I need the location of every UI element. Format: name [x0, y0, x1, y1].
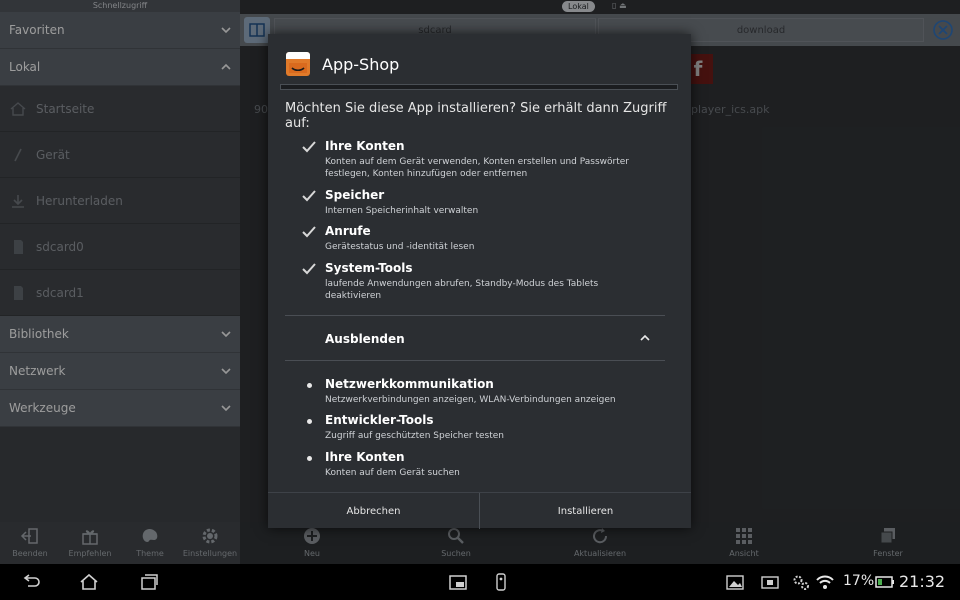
permission-desc: Konten auf dem Gerät verwenden, Konten e… [325, 157, 630, 179]
collapse-label: Ausblenden [325, 332, 405, 346]
progress-bar [280, 84, 678, 90]
remote-icon[interactable] [490, 572, 512, 592]
divider [285, 315, 665, 316]
permission-desc: Zugriff auf geschützten Speicher testen [325, 431, 505, 441]
back-icon[interactable] [20, 572, 42, 592]
battery-percent: 17% [843, 573, 875, 589]
clock: 21:32 [899, 572, 946, 591]
checkmark-icon [302, 226, 316, 238]
divider [285, 360, 665, 361]
permission-title: Speicher [325, 188, 385, 202]
battery-icon [874, 572, 896, 592]
checkmark-icon [302, 190, 316, 202]
recent-apps-icon[interactable] [138, 572, 160, 592]
permission-title: System-Tools [325, 261, 413, 275]
cancel-button[interactable]: Abbrechen [268, 493, 479, 529]
permission-desc: laufende Anwendungen abrufen, Standby-Mo… [325, 279, 599, 301]
permission-desc: Internen Speicherinhalt verwalten [325, 206, 479, 216]
permission-title: Ihre Konten [325, 450, 405, 464]
settings-notification-icon[interactable] [790, 572, 812, 592]
permission-desc: Gerätestatus und -identität lesen [325, 242, 475, 252]
system-nav-bar: 17% 21:32 [0, 564, 960, 600]
screen-notification-icon[interactable] [759, 572, 781, 592]
permission-title: Anrufe [325, 224, 371, 238]
gallery-notification-icon[interactable] [724, 572, 746, 592]
install-prompt: Möchten Sie diese App installieren? Sie … [285, 101, 667, 131]
permission-title: Netzwerkkommunikation [325, 377, 494, 391]
chevron-up-icon [640, 334, 650, 341]
dialog-header: App-Shop [268, 34, 691, 94]
checkmark-icon [302, 263, 316, 275]
wifi-icon [814, 572, 836, 592]
bullet-icon [307, 383, 312, 388]
checkmark-icon [302, 141, 316, 153]
dialog-title: App-Shop [322, 55, 400, 74]
install-label: Installieren [557, 505, 614, 517]
permission-title: Entwickler-Tools [325, 413, 434, 427]
permission-desc: Netzwerkverbindungen anzeigen, WLAN-Verb… [325, 395, 616, 405]
bullet-icon [307, 456, 312, 461]
permission-desc: Konten auf dem Gerät suchen [325, 468, 460, 478]
install-dialog: App-Shop Möchten Sie diese App installie… [268, 34, 691, 529]
permission-title: Ihre Konten [325, 139, 405, 153]
app-shop-icon [286, 52, 310, 76]
install-button[interactable]: Installieren [480, 493, 691, 529]
cancel-label: Abbrechen [346, 505, 401, 517]
bullet-icon [307, 419, 312, 424]
home-nav-icon[interactable] [78, 572, 100, 592]
small-app-window-icon[interactable] [447, 572, 469, 592]
dialog-buttons: Abbrechen Installieren [268, 492, 691, 529]
